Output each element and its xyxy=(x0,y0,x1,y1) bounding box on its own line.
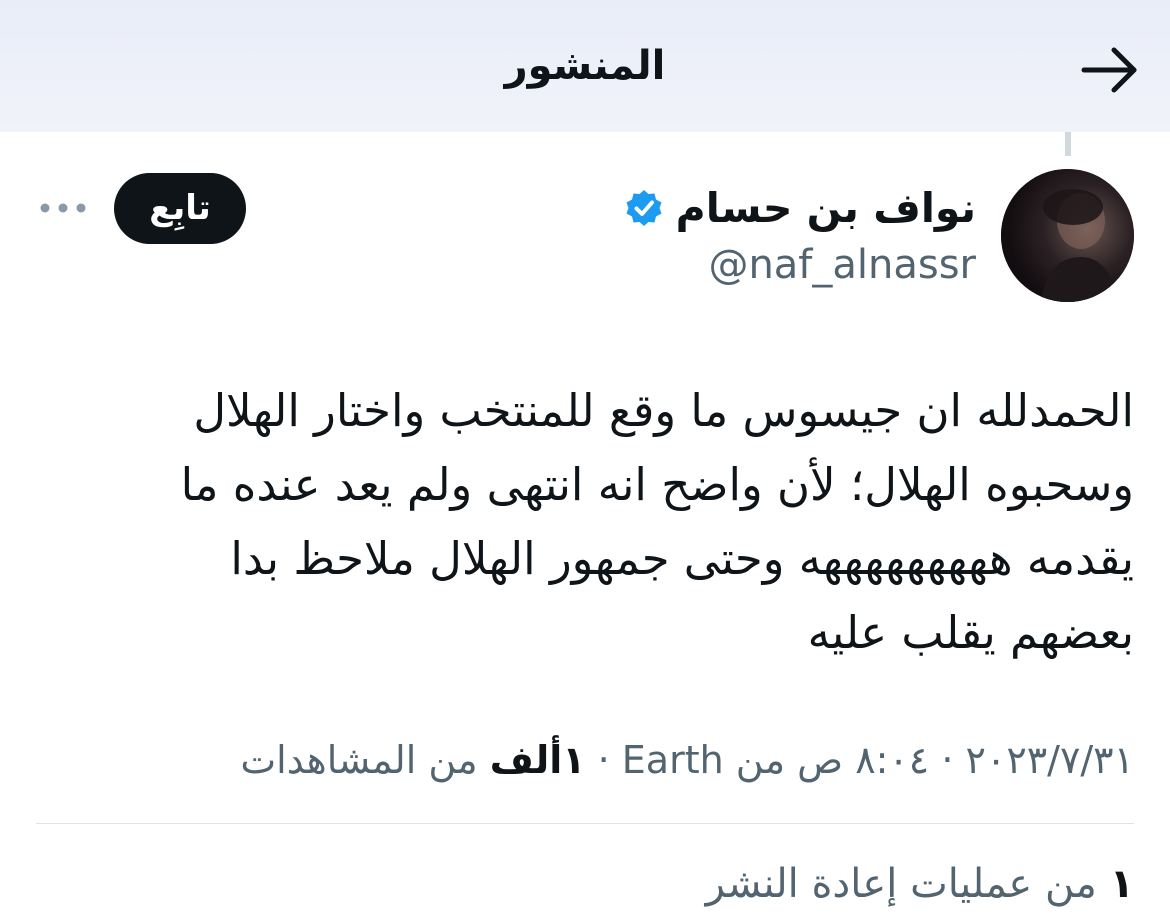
tweet-time[interactable]: ٨:٠٤ ص xyxy=(797,738,929,782)
verified-badge-icon xyxy=(626,190,662,226)
tweet-line: وسحبوه الهلال؛ لأن واضح انه انتهى ولم يع… xyxy=(180,458,1134,511)
thread-connector-line xyxy=(1065,132,1071,156)
tweet-location: Earth xyxy=(621,738,724,782)
meta-separator: · xyxy=(941,738,954,782)
retweet-label: من عمليات إعادة النشر xyxy=(705,861,1097,907)
top-bar: المنشور xyxy=(0,0,1170,132)
avatar-photo xyxy=(1001,169,1134,302)
views-count: ١ألف xyxy=(489,738,586,782)
location-prefix: من xyxy=(735,738,786,782)
author-name-row[interactable]: نواف بن حسام xyxy=(624,178,976,238)
more-options-button[interactable] xyxy=(36,190,92,226)
tweet-date[interactable]: ٢٠٢٣/٧/٣١ xyxy=(966,738,1134,782)
more-options-icon xyxy=(40,203,86,213)
author-display-name[interactable]: نواف بن حسام xyxy=(676,184,976,232)
avatar[interactable] xyxy=(1001,169,1134,302)
meta-separator: · xyxy=(597,738,610,782)
tweet-line: يقدمه هههههههههه وحتى جمهور الهلال ملاحظ… xyxy=(230,532,1134,585)
tweet-text: الحمدلله ان جيسوس ما وقع للمنتخب واختار … xyxy=(120,374,1134,670)
post-page: المنشور نواف بن حسام @naf_alnassr تابِع … xyxy=(0,0,1170,917)
tweet-metadata: ٢٠٢٣/٧/٣١ · ٨:٠٤ ص من Earth · ١ألف من ال… xyxy=(240,730,1134,790)
retweet-count: ١ xyxy=(1109,861,1134,907)
retweets-link[interactable]: ١ من عمليات إعادة النشر xyxy=(706,854,1134,914)
tweet-line: الحمدلله ان جيسوس ما وقع للمنتخب واختار … xyxy=(193,384,1134,437)
arrow-right-icon xyxy=(1081,47,1137,93)
back-button[interactable] xyxy=(1074,42,1144,98)
views-label: من المشاهدات xyxy=(240,738,478,782)
divider xyxy=(36,823,1134,824)
tweet-line: بعضهم يقلب عليه xyxy=(807,606,1134,659)
author-handle[interactable]: @naf_alnassr xyxy=(708,238,976,292)
page-title: المنشور xyxy=(504,43,666,89)
follow-button[interactable]: تابِع xyxy=(114,173,246,244)
